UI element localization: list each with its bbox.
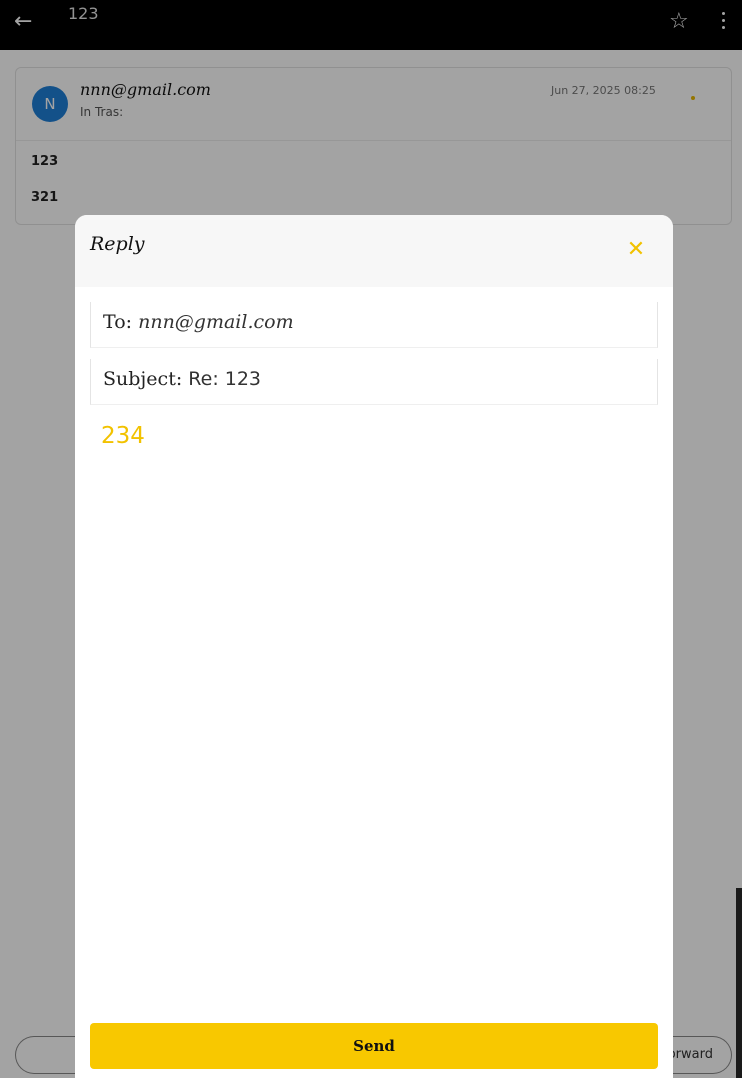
close-icon[interactable]: ✕ <box>623 237 649 263</box>
to-field-row: To: nnn@gmail.com <box>103 311 294 333</box>
subject-field[interactable]: Subject: Re: 123 <box>90 359 658 405</box>
reply-dialog: Reply ✕ To: nnn@gmail.com Subject: Re: 1… <box>75 215 673 1078</box>
subject-value[interactable]: Re: 123 <box>188 368 261 390</box>
subject-field-row: Subject: Re: 123 <box>103 368 261 390</box>
to-value[interactable]: nnn@gmail.com <box>138 311 294 333</box>
message-body-input[interactable]: 234 <box>101 423 651 1003</box>
to-field[interactable]: To: nnn@gmail.com <box>90 302 658 348</box>
to-label: To: <box>103 311 133 333</box>
dialog-header: Reply ✕ <box>75 215 673 287</box>
scrollbar[interactable] <box>736 888 742 1078</box>
send-button[interactable]: Send <box>90 1023 658 1069</box>
subject-label: Subject: <box>103 368 183 390</box>
dialog-title: Reply <box>90 233 145 255</box>
